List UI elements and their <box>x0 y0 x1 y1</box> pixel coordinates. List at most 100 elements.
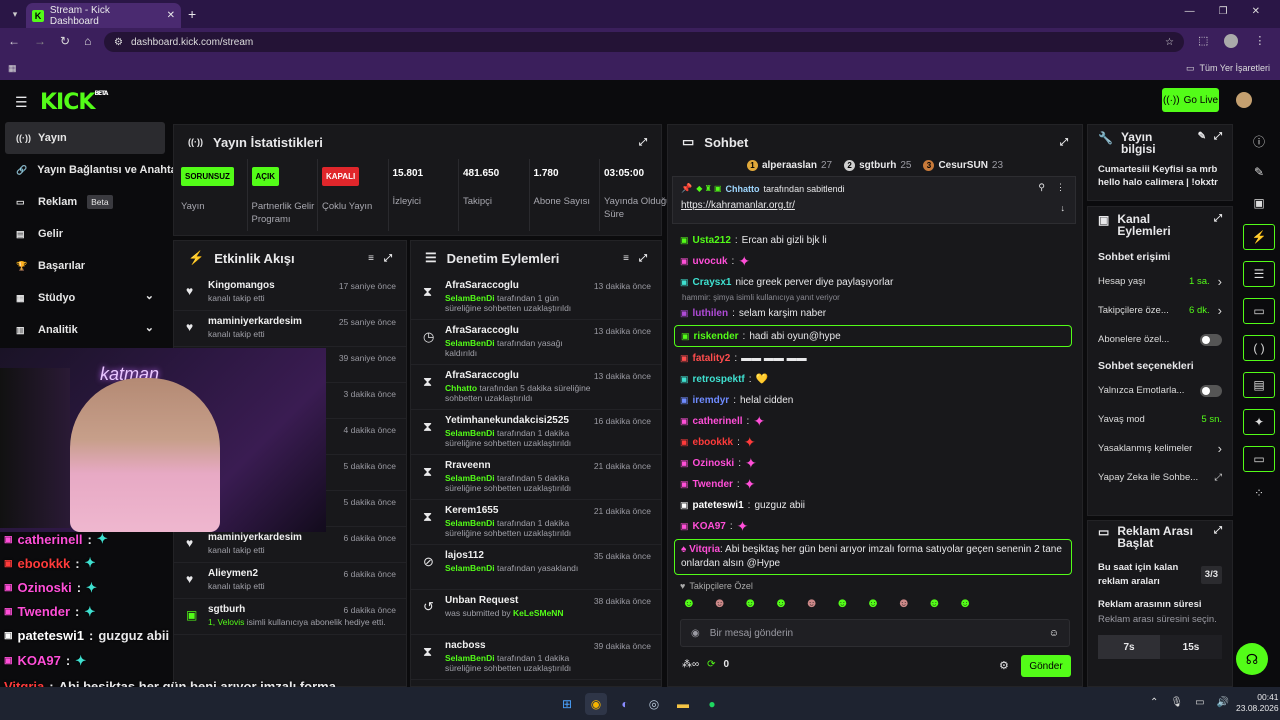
leaderboard-entry[interactable]: 1 alperaaslan 27 <box>746 159 832 171</box>
go-live-button[interactable]: ((·)) Go Live <box>1162 88 1219 112</box>
chat-icon[interactable]: ▭ <box>1243 298 1275 324</box>
emote-icon[interactable]: ☻ <box>805 595 819 610</box>
leaderboard-entry[interactable]: 2 sgtburh 25 <box>844 159 911 171</box>
moderator-name[interactable]: Chhatto <box>445 383 477 393</box>
moderation-row[interactable]: ⧗ruzgar4554650 dakika önce <box>411 680 661 686</box>
filter-icon[interactable]: ≡ <box>368 253 374 264</box>
chat-input[interactable]: ◉ Bir mesaj gönderin ☺ <box>680 619 1070 647</box>
channel-setting-row[interactable]: Yapay Zeka ile Sohbe... ⤢ <box>1088 463 1232 492</box>
moderation-row[interactable]: ⧗ Yetimhanekundakcisi2525 SelamBenDi taraf… <box>411 410 661 455</box>
all-bookmarks[interactable]: ▭ Tüm Yer İşaretleri <box>1186 63 1270 74</box>
emote-icon[interactable]: ☻ <box>866 595 880 610</box>
unpin-icon[interactable]: ⚲ <box>1038 182 1045 193</box>
chat-username[interactable]: luthilen <box>693 308 729 319</box>
mic-icon[interactable]: 🎙 <box>1170 697 1183 708</box>
channel-setting-row[interactable]: Yasaklanmış kelimeler › <box>1088 434 1232 463</box>
activity-row[interactable]: ♥ Kingomangos kanalı takip etti 17 saniye ö… <box>174 275 406 311</box>
windows-start-icon[interactable]: ⊞ <box>556 693 578 715</box>
hamburger-menu-icon[interactable]: ☰ <box>15 94 28 111</box>
home-icon[interactable]: ⌂ <box>84 34 91 48</box>
pinned-link[interactable]: https://kahramanlar.org.tr/ <box>681 200 1067 211</box>
activity-row[interactable]: ▣ sgtburh 1, Velovis isimli kullanıcıya ab… <box>174 599 406 635</box>
popout-icon[interactable]: ⤢ <box>1214 525 1222 536</box>
user-avatar[interactable] <box>1236 92 1252 108</box>
emote-icon[interactable]: ☻ <box>835 595 849 610</box>
moderation-row[interactable]: ⧗ Kerem1655 SelamBenDi tarafından 1 dakika… <box>411 500 661 545</box>
shield-icon[interactable]: ▣ <box>1243 190 1275 216</box>
emote-icon[interactable]: ☻ <box>928 595 942 610</box>
popout-icon[interactable]: ⤢ <box>639 137 647 148</box>
moderation-row[interactable]: ⧗ AfraSaraccoglu Chhatto tarafından 5 daki… <box>411 365 661 410</box>
wrench-icon[interactable]: ✦ <box>1243 409 1275 435</box>
chat-username[interactable]: iremdyr <box>693 395 730 406</box>
emoji-icon[interactable]: ☺ <box>1049 628 1059 639</box>
edit-icon[interactable]: ✎ <box>1243 159 1275 185</box>
moderation-row[interactable]: ⧗ AfraSaraccoglu SelamBenDi tarafından 1 g… <box>411 275 661 320</box>
steam-icon[interactable]: ◎ <box>643 693 665 715</box>
moderation-row[interactable]: ⧗ nacboss SelamBenDi tarafından 1 dakika s… <box>411 635 661 680</box>
moderation-row[interactable]: ◷ AfraSaraccoglu SelamBenDi tarafından yas… <box>411 320 661 365</box>
extensions-icon[interactable]: ⬚ <box>1198 34 1208 48</box>
channel-setting-row[interactable]: Abonelere özel... <box>1088 325 1232 354</box>
activity-row[interactable]: ♥ maminiyerkardesim kanalı takip etti 25 sa… <box>174 311 406 347</box>
moderator-name[interactable]: SelamBenDi <box>445 563 495 573</box>
moderation-row[interactable]: ⊘ lajos112 SelamBenDi tarafından yasakland… <box>411 545 661 590</box>
chat-username[interactable]: retrospektf <box>693 374 745 385</box>
site-info-icon[interactable]: ⚙ <box>114 37 123 48</box>
popout-icon[interactable]: ⤢ <box>384 253 392 264</box>
moderation-target[interactable]: AfraSaraccoglu <box>445 325 595 336</box>
channel-setting-row[interactable]: Hesap yaşı 1 sa. › <box>1088 267 1232 296</box>
moderator-name[interactable]: SelamBenDi <box>445 473 495 483</box>
points-icon[interactable]: ⟳ <box>707 659 715 670</box>
lightning-icon[interactable]: ⚡ <box>1243 224 1275 250</box>
chat-username[interactable]: Twender <box>693 479 733 490</box>
sidebar-item-0[interactable]: ((·)) Yayın <box>5 122 165 154</box>
menu-icon[interactable]: ⋮ <box>1254 34 1265 48</box>
sidebar-item-6[interactable]: ▥ Analitik ⌄ <box>0 314 170 346</box>
address-bar[interactable]: ⚙ dashboard.kick.com/stream ☆ <box>104 32 1184 52</box>
profile-avatar[interactable] <box>1224 34 1239 48</box>
channel-setting-row[interactable]: Yalnızca Emotlarla... <box>1088 376 1232 405</box>
broadcast-icon[interactable]: ( ) <box>1243 335 1275 361</box>
moderator-name[interactable]: SelamBenDi <box>445 338 495 348</box>
apps-icon[interactable]: ⁘ <box>1243 480 1275 506</box>
emote-icon[interactable]: ☻ <box>897 595 911 610</box>
chat-username[interactable]: ebookkk <box>693 437 734 448</box>
activity-username[interactable]: Alieymen2 <box>208 568 265 579</box>
chat-username[interactable]: KOA97 <box>693 521 726 532</box>
activity-username[interactable]: maminiyerkardesim <box>208 316 302 327</box>
minimize-icon[interactable]: — <box>1185 6 1195 17</box>
moderator-name[interactable]: SelamBenDi <box>445 518 495 528</box>
spotify-icon[interactable]: ● <box>701 693 723 715</box>
leaderboard-entry[interactable]: 3 CesurSUN 23 <box>923 159 1003 171</box>
popout-icon[interactable]: ⤢ <box>1214 131 1222 142</box>
moderation-target[interactable]: nacboss <box>445 640 595 651</box>
moderation-row[interactable]: ⧗ Rraveenn SelamBenDi tarafından 5 dakika … <box>411 455 661 500</box>
moderation-row[interactable]: ↺ Unban Request was submitted by KeLeSMeNN… <box>411 590 661 635</box>
support-headset-icon[interactable]: ☊ <box>1236 643 1268 675</box>
popout-icon[interactable]: ⤢ <box>1214 213 1222 224</box>
apps-grid-icon[interactable]: ▦ <box>8 63 17 74</box>
tab-close-icon[interactable]: ✕ <box>167 10 175 21</box>
stats-icon[interactable]: ▤ <box>1243 372 1275 398</box>
chat-username[interactable]: pateteswi1 <box>693 500 744 511</box>
settings-icon[interactable]: ⚙ <box>999 659 1009 672</box>
send-button[interactable]: Gönder <box>1021 655 1071 677</box>
chat-username[interactable]: fatality2 <box>693 353 731 364</box>
moderation-target[interactable]: Unban Request <box>445 595 595 606</box>
ad-duration-15s[interactable]: 15s <box>1160 635 1222 659</box>
moderation-target[interactable]: lajos112 <box>445 550 595 561</box>
more-options-icon[interactable]: ⋮ <box>1056 182 1065 193</box>
chrome-icon[interactable]: ◉ <box>585 693 607 715</box>
back-icon[interactable]: ← <box>8 34 20 48</box>
sidebar-item-5[interactable]: ▦ Stüdyo ⌄ <box>0 282 170 314</box>
moderator-name[interactable]: SelamBenDi <box>445 653 495 663</box>
tab-list-icon[interactable]: ▾ <box>8 7 22 21</box>
forward-icon[interactable]: → <box>34 34 46 48</box>
emote-icon[interactable]: ☻ <box>958 595 972 610</box>
activity-username[interactable]: maminiyerkardesim <box>208 532 302 543</box>
moderator-name[interactable]: SelamBenDi <box>445 293 495 303</box>
filter-icon[interactable]: ≡ <box>623 253 629 264</box>
activity-row[interactable]: ♥ Alieymen2 kanalı takip etti 6 dakika önce <box>174 563 406 599</box>
file-explorer-icon[interactable]: ▬ <box>672 693 694 715</box>
